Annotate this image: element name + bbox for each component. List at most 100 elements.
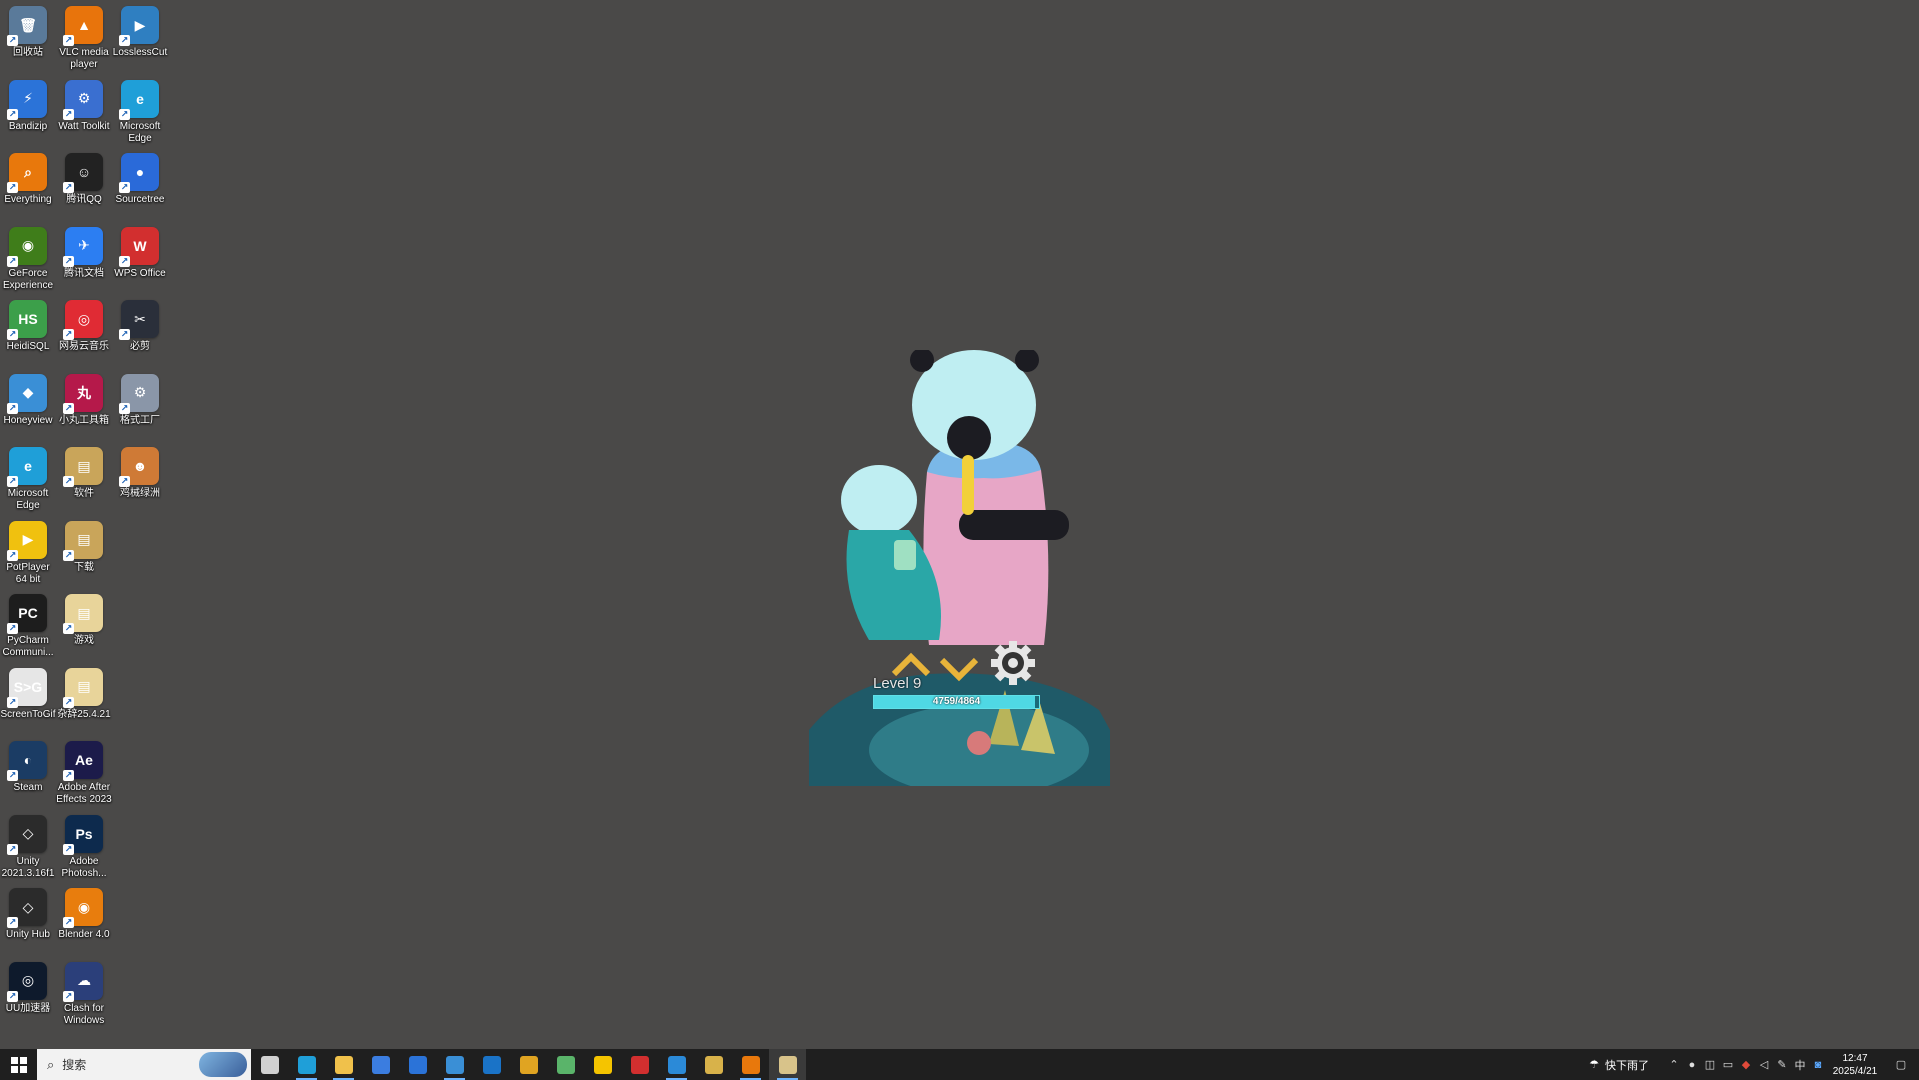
weather-text[interactable]: 快下雨了 — [1605, 1057, 1649, 1073]
show-hidden-icons-chevron-icon[interactable]: ⌃ — [1665, 1049, 1683, 1080]
app-icon: ⌕ ↗ — [7, 153, 47, 193]
desktop-icon[interactable]: ◐ ↗ Steam — [0, 737, 56, 809]
desktop-icon[interactable]: ▤ ↗ 游戏 — [56, 590, 112, 662]
desktop-icon[interactable]: ▤ ↗ 软件 — [56, 443, 112, 515]
desktop-pet-widget[interactable]: Level 9 4759/4864 — [809, 348, 1110, 796]
shortcut-arrow-icon: ↗ — [119, 329, 130, 340]
app-icon: ◉ ↗ — [7, 226, 47, 267]
taskbar-app-task-view[interactable] — [251, 1049, 288, 1080]
bandizip-icon — [408, 1055, 427, 1074]
desktop-icon[interactable]: W ↗ WPS Office — [112, 223, 168, 295]
taskbar-app-bandizip[interactable] — [399, 1049, 436, 1080]
app-icon: 🗑 ↗ — [7, 6, 47, 46]
desktop-icon[interactable]: Ae ↗ Adobe After Effects 2023 — [56, 737, 112, 809]
desktop-icon[interactable]: ✈ ↗ 腾讯文档 — [56, 223, 112, 295]
sticky-notes-icon — [593, 1055, 612, 1074]
app-icon: e ↗ — [119, 79, 159, 120]
search-placeholder: 搜索 — [62, 1058, 87, 1072]
taskbar-app-app-blue[interactable] — [658, 1049, 695, 1080]
desktop-icon[interactable]: ☁ ↗ Clash for Windows — [56, 958, 112, 1030]
tray-app-red-icon[interactable]: ◆ — [1737, 1049, 1755, 1080]
taskbar-search-box[interactable]: ⌕ 搜索 — [37, 1049, 251, 1080]
desktop-icon-label: Unity 2021.3.16f1 — [1, 855, 55, 879]
desktop-icon[interactable]: ⌕ ↗ Everything — [0, 149, 56, 221]
app-blue-icon — [667, 1055, 686, 1074]
shortcut-arrow-icon: ↗ — [63, 990, 74, 1002]
fruit — [967, 731, 991, 755]
pen-icon[interactable]: ✎ — [1773, 1049, 1791, 1080]
taskbar-app-pet-app[interactable] — [769, 1049, 806, 1080]
shortcut-arrow-icon: ↗ — [63, 35, 74, 46]
microphone-handle — [962, 455, 974, 515]
shortcut-arrow-icon: ↗ — [119, 255, 130, 267]
app-icon: ☻ ↗ — [119, 447, 159, 487]
desktop-icon-label: 杂辞25.4.21 — [57, 708, 111, 720]
desktop-icon[interactable]: ● ↗ Sourcetree — [112, 149, 168, 221]
shortcut-arrow-icon: ↗ — [63, 770, 74, 781]
app-icon: ▤ ↗ — [63, 594, 103, 634]
shortcut-arrow-icon: ↗ — [7, 843, 18, 855]
desktop-icon[interactable]: S>G ↗ ScreenToGif — [0, 664, 56, 736]
desktop-icon[interactable]: 丸 ↗ 小丸工具箱 — [56, 370, 112, 442]
desktop-icon[interactable]: ◆ ↗ Honeyview — [0, 370, 56, 442]
desktop-icon[interactable]: ▶ ↗ LosslessCut — [112, 2, 168, 74]
desktop-icon[interactable]: e ↗ Microsoft Edge — [112, 76, 168, 148]
desktop-icon-label: Bandizip — [8, 120, 48, 132]
desktop-icon[interactable]: ▲ ↗ VLC media player — [56, 2, 112, 74]
tray-app-blue-icon[interactable]: ◙ — [1809, 1049, 1827, 1080]
desktop-icon[interactable]: PC ↗ PyCharm Communi... — [0, 590, 56, 662]
notification-center-icon[interactable]: ▢ — [1883, 1049, 1919, 1080]
shortcut-arrow-icon: ↗ — [119, 476, 130, 487]
tray-app-icon[interactable]: ◫ — [1701, 1049, 1719, 1080]
file-explorer-icon — [334, 1055, 353, 1074]
desktop-icon[interactable]: ◇ ↗ Unity Hub — [0, 884, 56, 956]
taskbar-app-outlook[interactable] — [473, 1049, 510, 1080]
desktop-icon[interactable]: ☺ ↗ 腾讯QQ — [56, 149, 112, 221]
volume-icon[interactable]: ◁ — [1755, 1049, 1773, 1080]
taskbar-app-everything[interactable] — [732, 1049, 769, 1080]
taskbar-app-microsoft-store[interactable] — [362, 1049, 399, 1080]
desktop-icon-label: GeForce Experience — [2, 267, 54, 291]
desktop-icon[interactable]: ⚙ ↗ Watt Toolkit — [56, 76, 112, 148]
desktop-icon[interactable]: Ps ↗ Adobe Photosh... — [56, 811, 112, 883]
network-icon[interactable]: ▭ — [1719, 1049, 1737, 1080]
desktop-icon[interactable]: e ↗ Microsoft Edge — [0, 443, 56, 515]
taskbar-app-sticky-notes[interactable] — [584, 1049, 621, 1080]
taskbar-app-wps[interactable] — [621, 1049, 658, 1080]
taskbar-app-file-explorer[interactable] — [325, 1049, 362, 1080]
shortcut-arrow-icon: ↗ — [63, 402, 74, 414]
desktop-icon-label: PyCharm Communi... — [2, 635, 54, 658]
desktop-icon[interactable]: 🗑 ↗ 回收站 — [0, 2, 56, 74]
taskbar-app-chrome[interactable] — [510, 1049, 547, 1080]
desktop-icon[interactable]: ✂ ↗ 必剪 — [112, 296, 168, 368]
desktop-icon[interactable]: ▶ ↗ PotPlayer 64 bit — [0, 517, 56, 589]
desktop-icon[interactable]: HS ↗ HeidiSQL — [0, 296, 56, 368]
desktop-icon[interactable]: ◉ ↗ Blender 4.0 — [56, 884, 112, 956]
weather-icon: ☂ — [1589, 1059, 1599, 1071]
ime-indicator[interactable]: 中 — [1791, 1049, 1809, 1080]
settings-gear-icon[interactable] — [990, 640, 1036, 686]
microphone-icon[interactable]: ● — [1683, 1049, 1701, 1080]
desktop-icon[interactable]: ◎ ↗ UU加速器 — [0, 958, 56, 1030]
clock[interactable]: 12:47 2025/4/21 — [1827, 1052, 1883, 1078]
app-icon: ⚡ ↗ — [7, 79, 47, 120]
desktop-icon[interactable]: ⚡ ↗ Bandizip — [0, 76, 56, 148]
desktop-icon[interactable]: ◎ ↗ 网易云音乐 — [56, 296, 112, 368]
taskbar-app-image-viewer[interactable] — [547, 1049, 584, 1080]
app-icon: ◇ ↗ — [7, 888, 47, 928]
desktop-icon[interactable]: ▤ ↗ 杂辞25.4.21 — [56, 664, 112, 736]
desktop-icon[interactable]: ▤ ↗ 下载 — [56, 517, 112, 589]
desktop-icon[interactable]: ◇ ↗ Unity 2021.3.16f1 — [0, 811, 56, 883]
desktop-icon[interactable]: ⚙ ↗ 格式工厂 — [112, 370, 168, 442]
level-down-arrow-icon[interactable] — [939, 656, 979, 682]
shortcut-arrow-icon: ↗ — [63, 182, 74, 193]
app-icon: ☺ ↗ — [63, 153, 103, 193]
shortcut-arrow-icon: ↗ — [119, 402, 130, 414]
taskbar-app-edge[interactable] — [288, 1049, 325, 1080]
taskbar-app-steam[interactable] — [436, 1049, 473, 1080]
start-button[interactable] — [0, 1049, 37, 1080]
taskbar-app-app-coin[interactable] — [695, 1049, 732, 1080]
desktop-icon[interactable]: ◉ ↗ GeForce Experience — [0, 223, 56, 295]
desktop-icon[interactable]: ☻ ↗ 鸡械绿洲 — [112, 443, 168, 515]
big-panda-arm — [959, 510, 1069, 540]
